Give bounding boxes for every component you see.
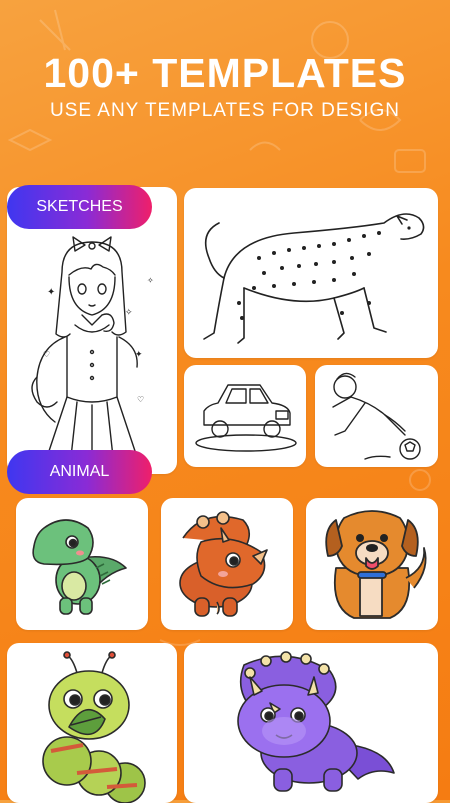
svg-text:✧: ✧: [125, 307, 133, 317]
caterpillar-image: [42, 651, 146, 803]
car-sketch-image: [195, 384, 297, 452]
svg-text:♡: ♡: [137, 395, 144, 404]
purple-triceratops-image: [237, 651, 395, 792]
category-pill-animal[interactable]: ANIMAL: [7, 450, 152, 494]
girl-sketch-image: ✦ ✧ ♡ ✦ ♡ ✧: [31, 236, 154, 458]
template-card-orange-triceratops[interactable]: [161, 498, 293, 630]
template-card-soccer-boy-sketch[interactable]: [315, 365, 438, 467]
page-title: 100+ TEMPLATES: [43, 50, 407, 96]
svg-text:✧: ✧: [147, 276, 154, 285]
template-card-brown-dog[interactable]: [306, 498, 438, 630]
brown-dog-image: [325, 510, 427, 619]
leopard-sketch-image: [203, 213, 425, 344]
svg-text:♡: ♡: [43, 350, 50, 359]
template-card-caterpillar[interactable]: [7, 643, 177, 803]
green-dinosaur-image: [32, 519, 127, 615]
template-card-girl-sketch[interactable]: ✦ ✧ ♡ ✦ ♡ ✧: [7, 187, 177, 474]
page-subtitle: USE ANY TEMPLATES FOR DESIGN: [49, 100, 401, 121]
template-card-green-dinosaur[interactable]: [16, 498, 148, 630]
template-card-leopard-sketch[interactable]: [184, 188, 438, 358]
svg-text:✦: ✦: [135, 349, 143, 359]
svg-text:✦: ✦: [47, 287, 55, 298]
soccer-boy-sketch-image: [332, 372, 421, 460]
template-card-car-sketch[interactable]: [184, 365, 306, 467]
orange-triceratops-image: [179, 511, 268, 617]
template-card-purple-triceratops[interactable]: [184, 643, 438, 803]
category-pill-sketches[interactable]: SKETCHES: [7, 185, 152, 229]
